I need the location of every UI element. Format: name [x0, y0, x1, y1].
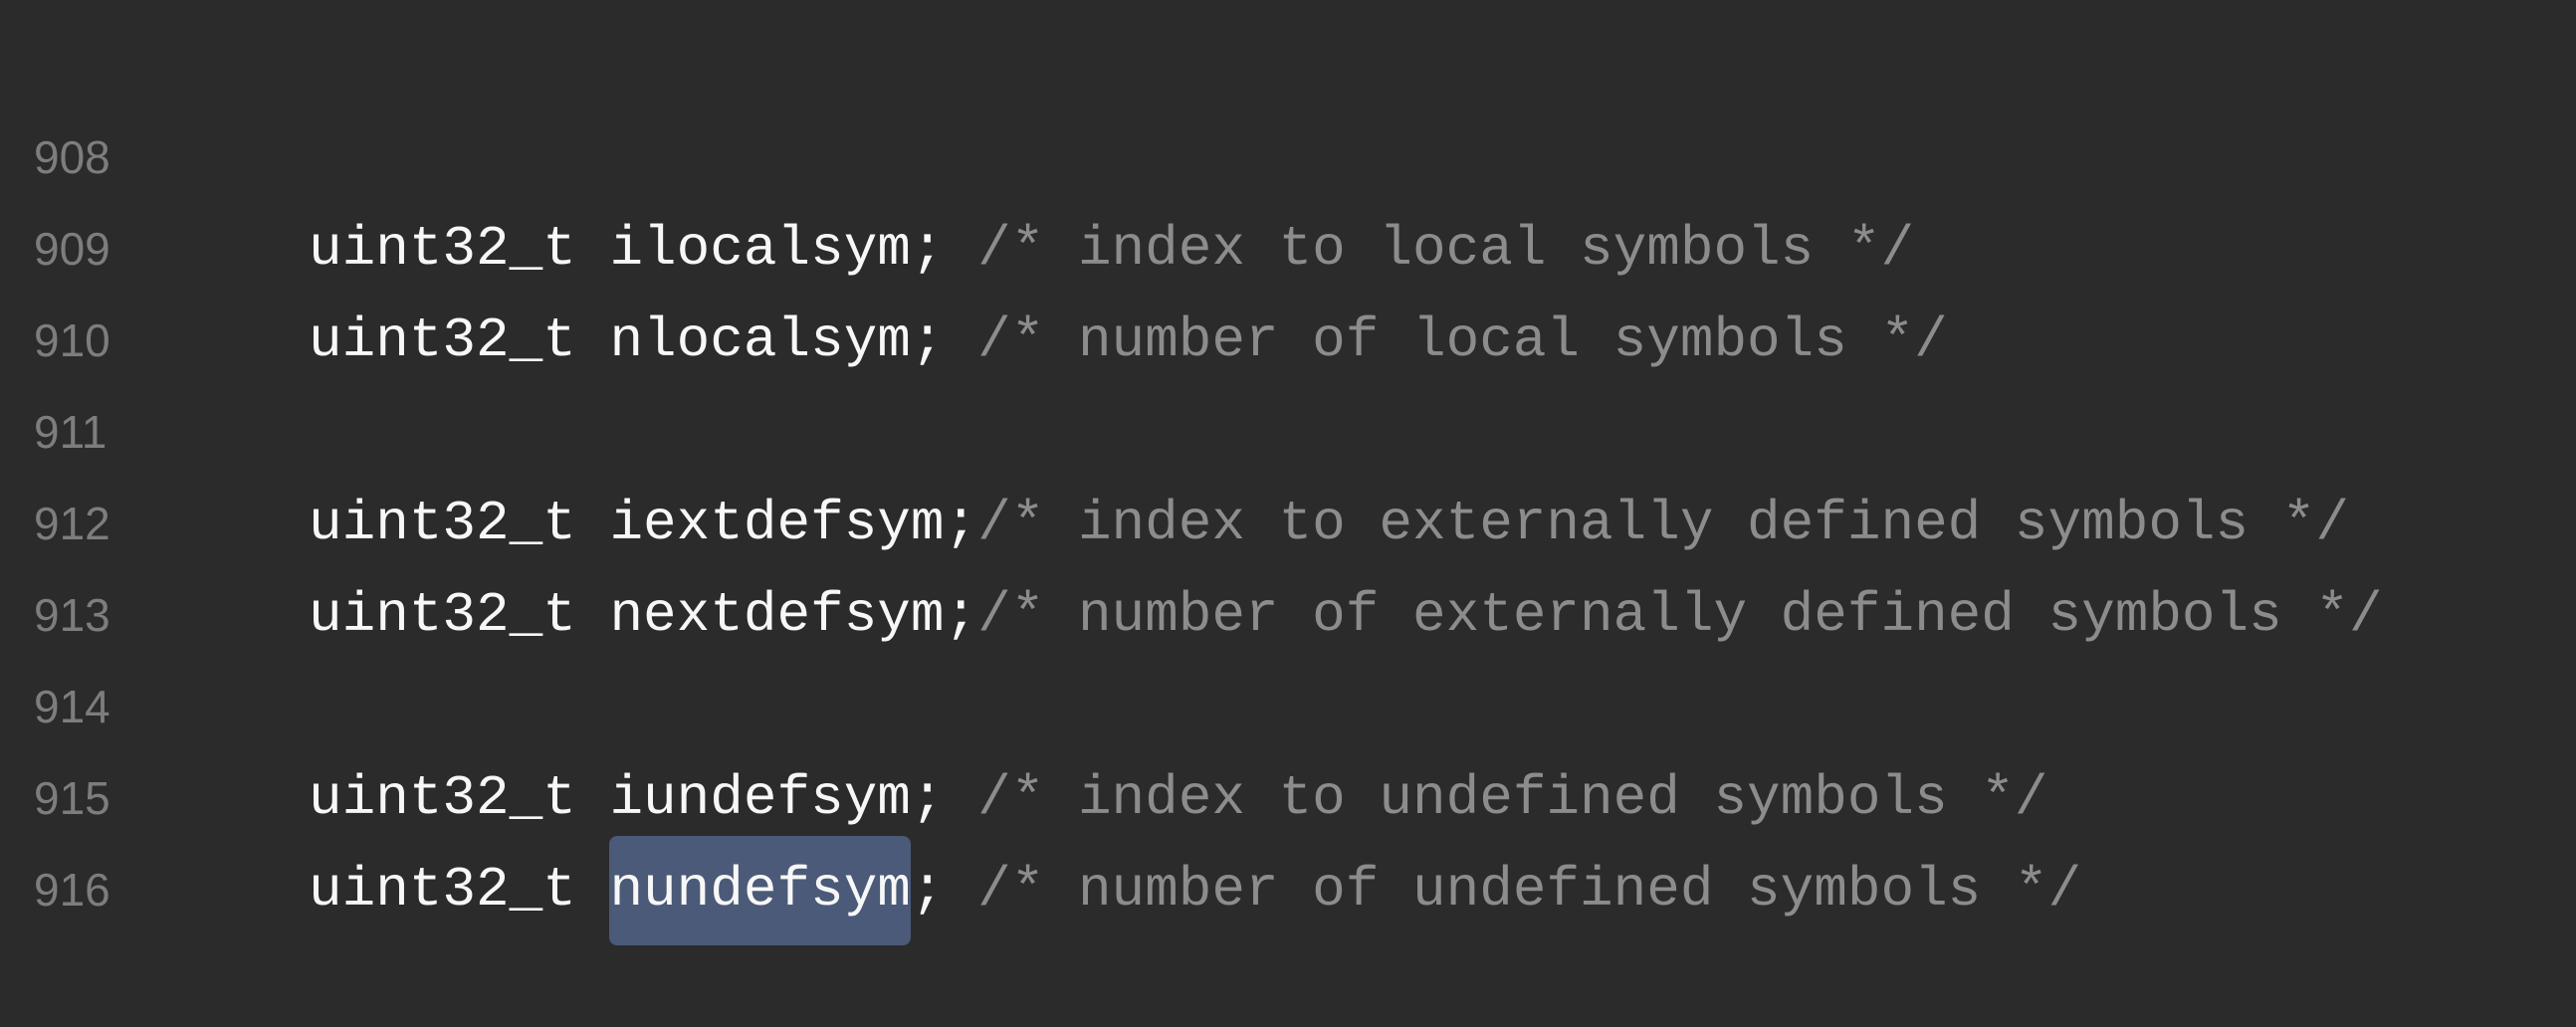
code-line[interactable]: 909 uint32_t nlocalsym; /* number of loc… — [0, 111, 2576, 372]
code-line[interactable]: 908 uint32_t ilocalsym; /* index to loca… — [0, 20, 2576, 281]
code-line[interactable]: 910 — [0, 203, 2576, 366]
code-line[interactable]: 914 uint32_t iundefsym; /* index to unde… — [0, 569, 2576, 830]
code-line[interactable]: 911 uint32_t iextdefsym;/* index to exte… — [0, 295, 2576, 555]
code-line[interactable]: 915 uint32_t nundefsym; /* number of und… — [0, 661, 2576, 945]
code-line[interactable]: 916 — [0, 752, 2576, 916]
line-number: 916 — [34, 864, 110, 916]
separator: ; — [910, 858, 978, 922]
code-line[interactable]: 913 — [0, 478, 2576, 641]
type-keyword: uint32_t — [309, 858, 610, 922]
code-line[interactable]: 912 uint32_t nextdefsym;/* number of ext… — [0, 386, 2576, 647]
code-editor[interactable]: 908 uint32_t ilocalsym; /* index to loca… — [0, 20, 2576, 945]
comment: /* number of undefined symbols */ — [977, 858, 2082, 922]
highlighted-identifier[interactable]: nundefsym — [609, 836, 911, 945]
